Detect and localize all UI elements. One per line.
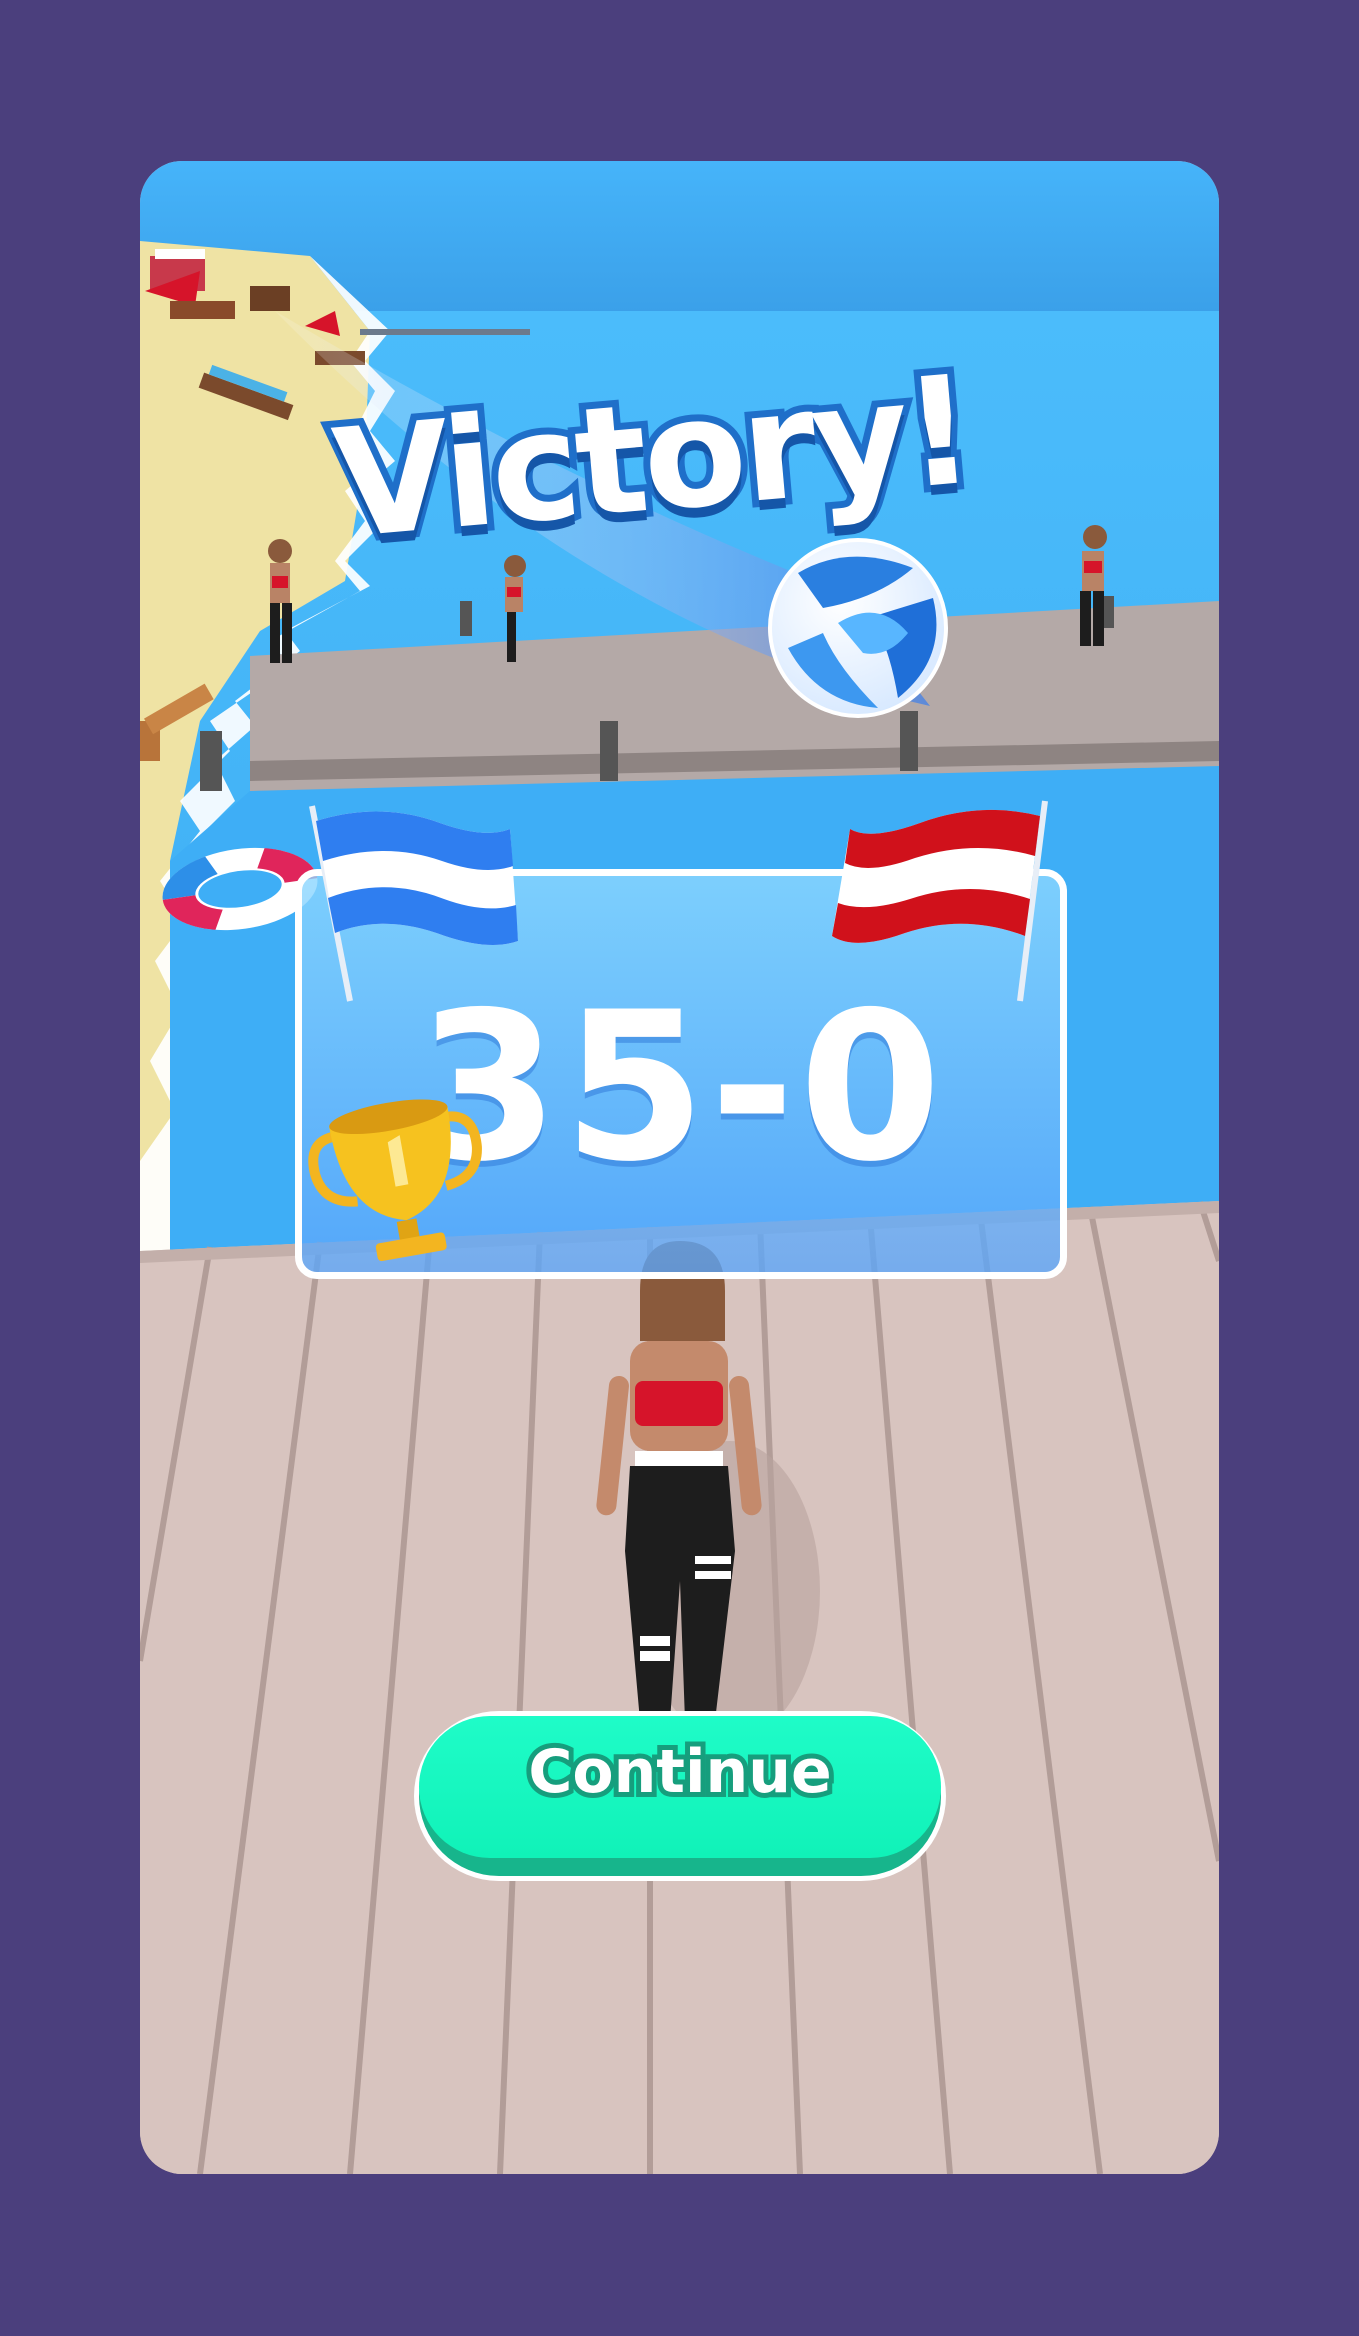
volleyball-icon — [768, 538, 948, 718]
continue-button[interactable]: Continue — [414, 1711, 946, 1881]
distant-pier — [360, 329, 530, 335]
continue-button-face: Continue — [419, 1716, 941, 1858]
game-viewport: 35-0 Victory! Continue — [140, 161, 1219, 2174]
continue-button-base: Continue — [419, 1716, 941, 1876]
continue-button-label: Continue — [523, 1732, 836, 1812]
score-panel: 35-0 — [295, 869, 1067, 1279]
player-left-back — [268, 539, 292, 663]
score-text: 35-0 — [416, 969, 946, 1207]
